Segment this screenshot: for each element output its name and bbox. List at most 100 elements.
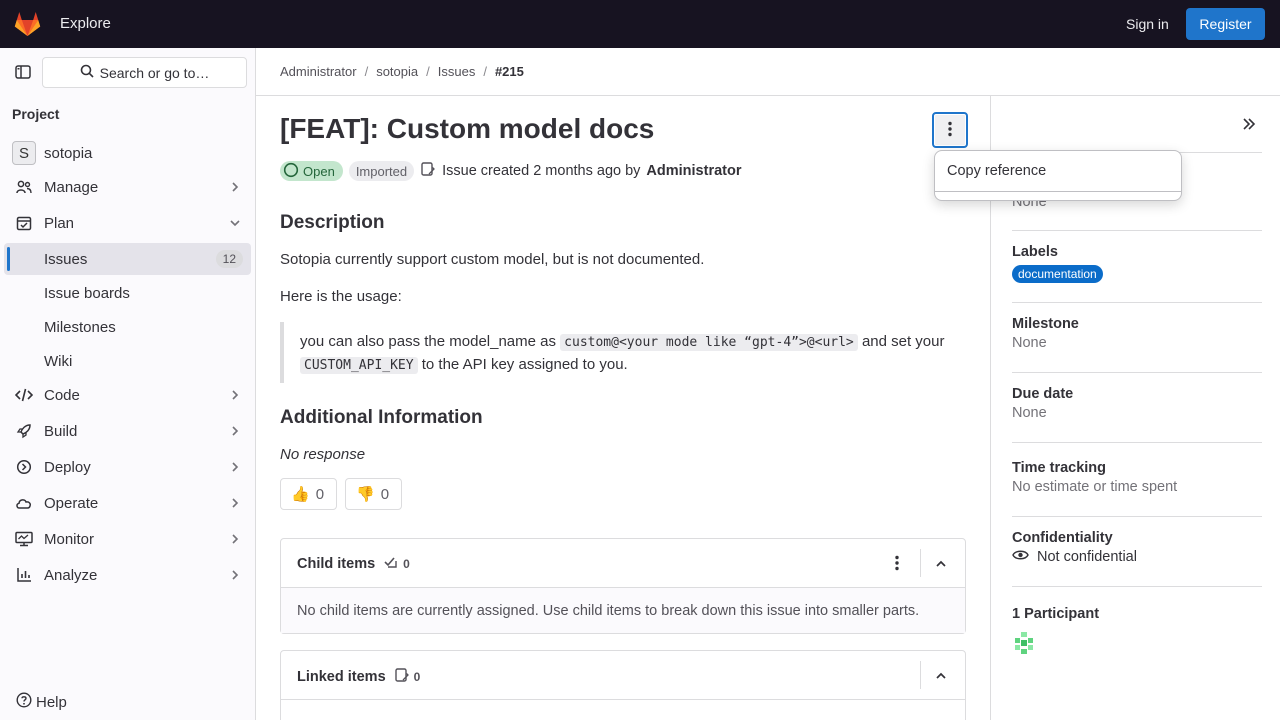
sidebar-item-label: Analyze: [44, 566, 98, 584]
sidebar-item-label: Issue boards: [44, 284, 130, 302]
sidebar-item-operate[interactable]: Operate: [4, 487, 251, 519]
description-text: Sotopia currently support custom model, …: [280, 251, 705, 268]
breadcrumb-bar: Administrator / sotopia / Issues / #215: [256, 48, 1280, 96]
issue-type-icon: [420, 161, 436, 181]
additional-heading: Additional Information: [280, 407, 483, 428]
description-heading: Description: [280, 212, 385, 233]
eye-icon: [1012, 549, 1029, 565]
sidebar-item-label: Plan: [44, 214, 75, 232]
milestone-block: Milestone None: [1012, 316, 1262, 373]
chevron-right-icon: [229, 388, 241, 402]
confidentiality-label: Confidentiality: [1012, 530, 1113, 546]
ellipsis-vertical-icon[interactable]: [895, 555, 899, 574]
chevron-up-icon[interactable]: [935, 557, 947, 573]
sidebar-item-issue-boards[interactable]: Issue boards: [4, 277, 251, 309]
chevron-up-icon[interactable]: [935, 669, 947, 685]
sidebar-item-code[interactable]: Code: [4, 379, 251, 411]
sidebar-item-label: sotopia: [44, 144, 93, 162]
issue-title: [FEAT]: Custom model docs: [280, 113, 655, 144]
cloud-icon: [15, 495, 33, 511]
collapse-sidebar-icon[interactable]: [1241, 116, 1257, 135]
sidebar-item-label: Manage: [44, 178, 99, 196]
chevron-right-icon: [229, 180, 241, 194]
breadcrumb-item[interactable]: Issues: [438, 64, 476, 79]
linked-items-header: Linked items 0: [281, 651, 965, 700]
child-items-title: Child items 0: [297, 555, 410, 572]
deploy-icon: [15, 459, 33, 475]
child-items-count: 0: [383, 555, 410, 572]
sidebar-toggle-icon[interactable]: [8, 58, 38, 86]
linked-items-count: 0: [394, 667, 420, 686]
sidebar-item-monitor[interactable]: Monitor: [4, 523, 251, 555]
sidebar-item-project[interactable]: S sotopia: [4, 137, 251, 169]
search-button[interactable]: Search or go to…: [42, 57, 247, 88]
additional-text: No response: [280, 446, 366, 463]
breadcrumb-separator: /: [364, 64, 369, 79]
project-avatar: S: [12, 141, 36, 165]
sidebar-section-title: Project: [12, 106, 60, 122]
issue-meta: Open Imported Issue created 2 months ago…: [280, 161, 742, 181]
confidentiality-text: Not confidential: [1037, 549, 1137, 565]
sidebar-item-wiki[interactable]: Wiki: [4, 345, 251, 377]
count-text: 0: [403, 556, 410, 571]
left-sidebar: Search or go to… Project S sotopia Manag…: [0, 48, 256, 720]
quote-text: and set your: [861, 333, 945, 350]
sidebar-item-plan[interactable]: Plan: [4, 207, 251, 239]
due-date-block: Due date None: [1012, 386, 1262, 443]
thumbs-up-count: 0: [315, 485, 325, 503]
breadcrumb-item[interactable]: sotopia: [376, 64, 418, 79]
child-items-card: Child items 0 No child items are current…: [280, 538, 966, 634]
linked-items-title: Linked items 0: [297, 667, 420, 686]
sidebar-item-label: Milestones: [44, 318, 116, 336]
plan-icon: [15, 215, 33, 231]
breadcrumb-current[interactable]: #215: [495, 64, 524, 79]
breadcrumb-separator: /: [483, 64, 487, 79]
inline-code: custom@<your mode like “gpt-4”>@<url>: [560, 334, 858, 351]
chevron-right-icon: [229, 568, 241, 582]
participants-label: 1 Participant: [1012, 606, 1100, 622]
thumbs-down-button[interactable]: 👎 0: [345, 478, 402, 510]
author-link[interactable]: Administrator: [646, 163, 741, 179]
breadcrumb-item[interactable]: Administrator: [280, 64, 357, 79]
labels-block: Labels documentation: [1012, 244, 1262, 303]
sidebar-item-manage[interactable]: Manage: [4, 171, 251, 203]
time-tracking-label: Time tracking: [1012, 460, 1107, 476]
sidebar-item-label: Issues: [44, 250, 88, 268]
divider: [920, 549, 921, 577]
due-date-value: None: [1012, 405, 1047, 421]
explore-link[interactable]: Explore: [60, 15, 111, 32]
issue-actions-button[interactable]: [932, 112, 968, 148]
sidebar-item-label: Wiki: [44, 352, 73, 370]
label-tag[interactable]: documentation: [1012, 265, 1103, 283]
sidebar-item-issues[interactable]: Issues 12: [4, 243, 251, 275]
confidentiality-block: Confidentiality Not confidential: [1012, 530, 1262, 587]
chevron-right-icon: [229, 460, 241, 474]
issue-open-icon: [283, 162, 299, 181]
ellipsis-vertical-icon: [948, 121, 952, 140]
issues-count-badge: 12: [215, 250, 243, 268]
sidebar-item-analyze[interactable]: Analyze: [4, 559, 251, 591]
imported-badge: Imported: [348, 161, 415, 181]
thumbs-up-button[interactable]: 👍 0: [280, 478, 337, 510]
sidebar-item-label: Build: [44, 422, 78, 440]
sidebar-item-milestones[interactable]: Milestones: [4, 311, 251, 343]
sidebar-item-label: Deploy: [44, 458, 91, 476]
participant-avatar[interactable]: [1012, 631, 1036, 655]
breadcrumb-separator: /: [426, 64, 430, 79]
gitlab-logo-icon[interactable]: [14, 11, 41, 37]
thumbs-up-icon: 👍: [291, 486, 310, 503]
help-button[interactable]: Help: [16, 692, 67, 712]
sidebar-item-build[interactable]: Build: [4, 415, 251, 447]
milestone-label: Milestone: [1012, 316, 1079, 332]
chevron-right-icon: [229, 424, 241, 438]
search-icon: [80, 64, 94, 81]
help-label: Help: [36, 693, 67, 711]
register-button[interactable]: Register: [1186, 8, 1265, 40]
created-text: Issue created 2 months ago by: [442, 163, 641, 179]
quote-text: you can also pass the model_name as: [300, 333, 556, 350]
sidebar-item-deploy[interactable]: Deploy: [4, 451, 251, 483]
copy-reference-item[interactable]: Copy reference: [947, 163, 1046, 179]
checklist-icon: [383, 555, 399, 572]
sign-in-link[interactable]: Sign in: [1126, 16, 1169, 32]
inline-code: CUSTOM_API_KEY: [300, 357, 418, 374]
